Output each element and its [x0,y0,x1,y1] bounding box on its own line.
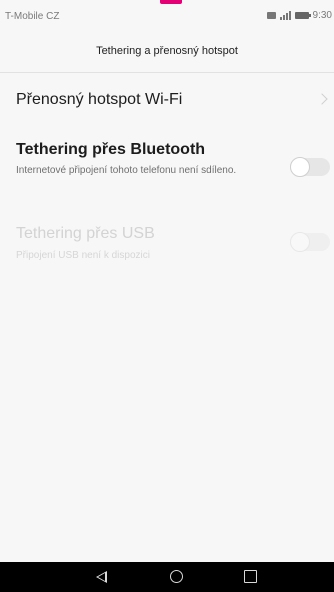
toggle-knob [290,232,310,252]
home-icon[interactable] [170,570,183,583]
toggle-knob [290,157,310,177]
settings-list: Přenosný hotspot Wi-Fi Tethering přes Bl… [0,0,334,592]
bluetooth-tethering-description: Internetové připojení tohoto telefonu ne… [16,165,237,176]
wifi-hotspot-label: Přenosný hotspot Wi-Fi [16,91,183,108]
usb-tethering-toggle [290,232,330,252]
back-icon[interactable] [96,571,107,583]
bluetooth-tethering-label: Tethering přes Bluetooth [16,141,206,158]
recent-apps-icon[interactable] [244,570,257,583]
screen: T-Mobile CZ 9:30 Tethering a přenosný ho… [0,0,334,592]
wifi-hotspot-row[interactable]: Přenosný hotspot Wi-Fi [0,0,334,108]
bluetooth-tethering-toggle[interactable] [290,157,330,177]
chevron-right-icon [316,93,328,105]
usb-tethering-label: Tethering přes USB [16,225,155,242]
navigation-bar [0,562,334,592]
usb-tethering-description: Připojení USB není k dispozici [16,250,150,261]
